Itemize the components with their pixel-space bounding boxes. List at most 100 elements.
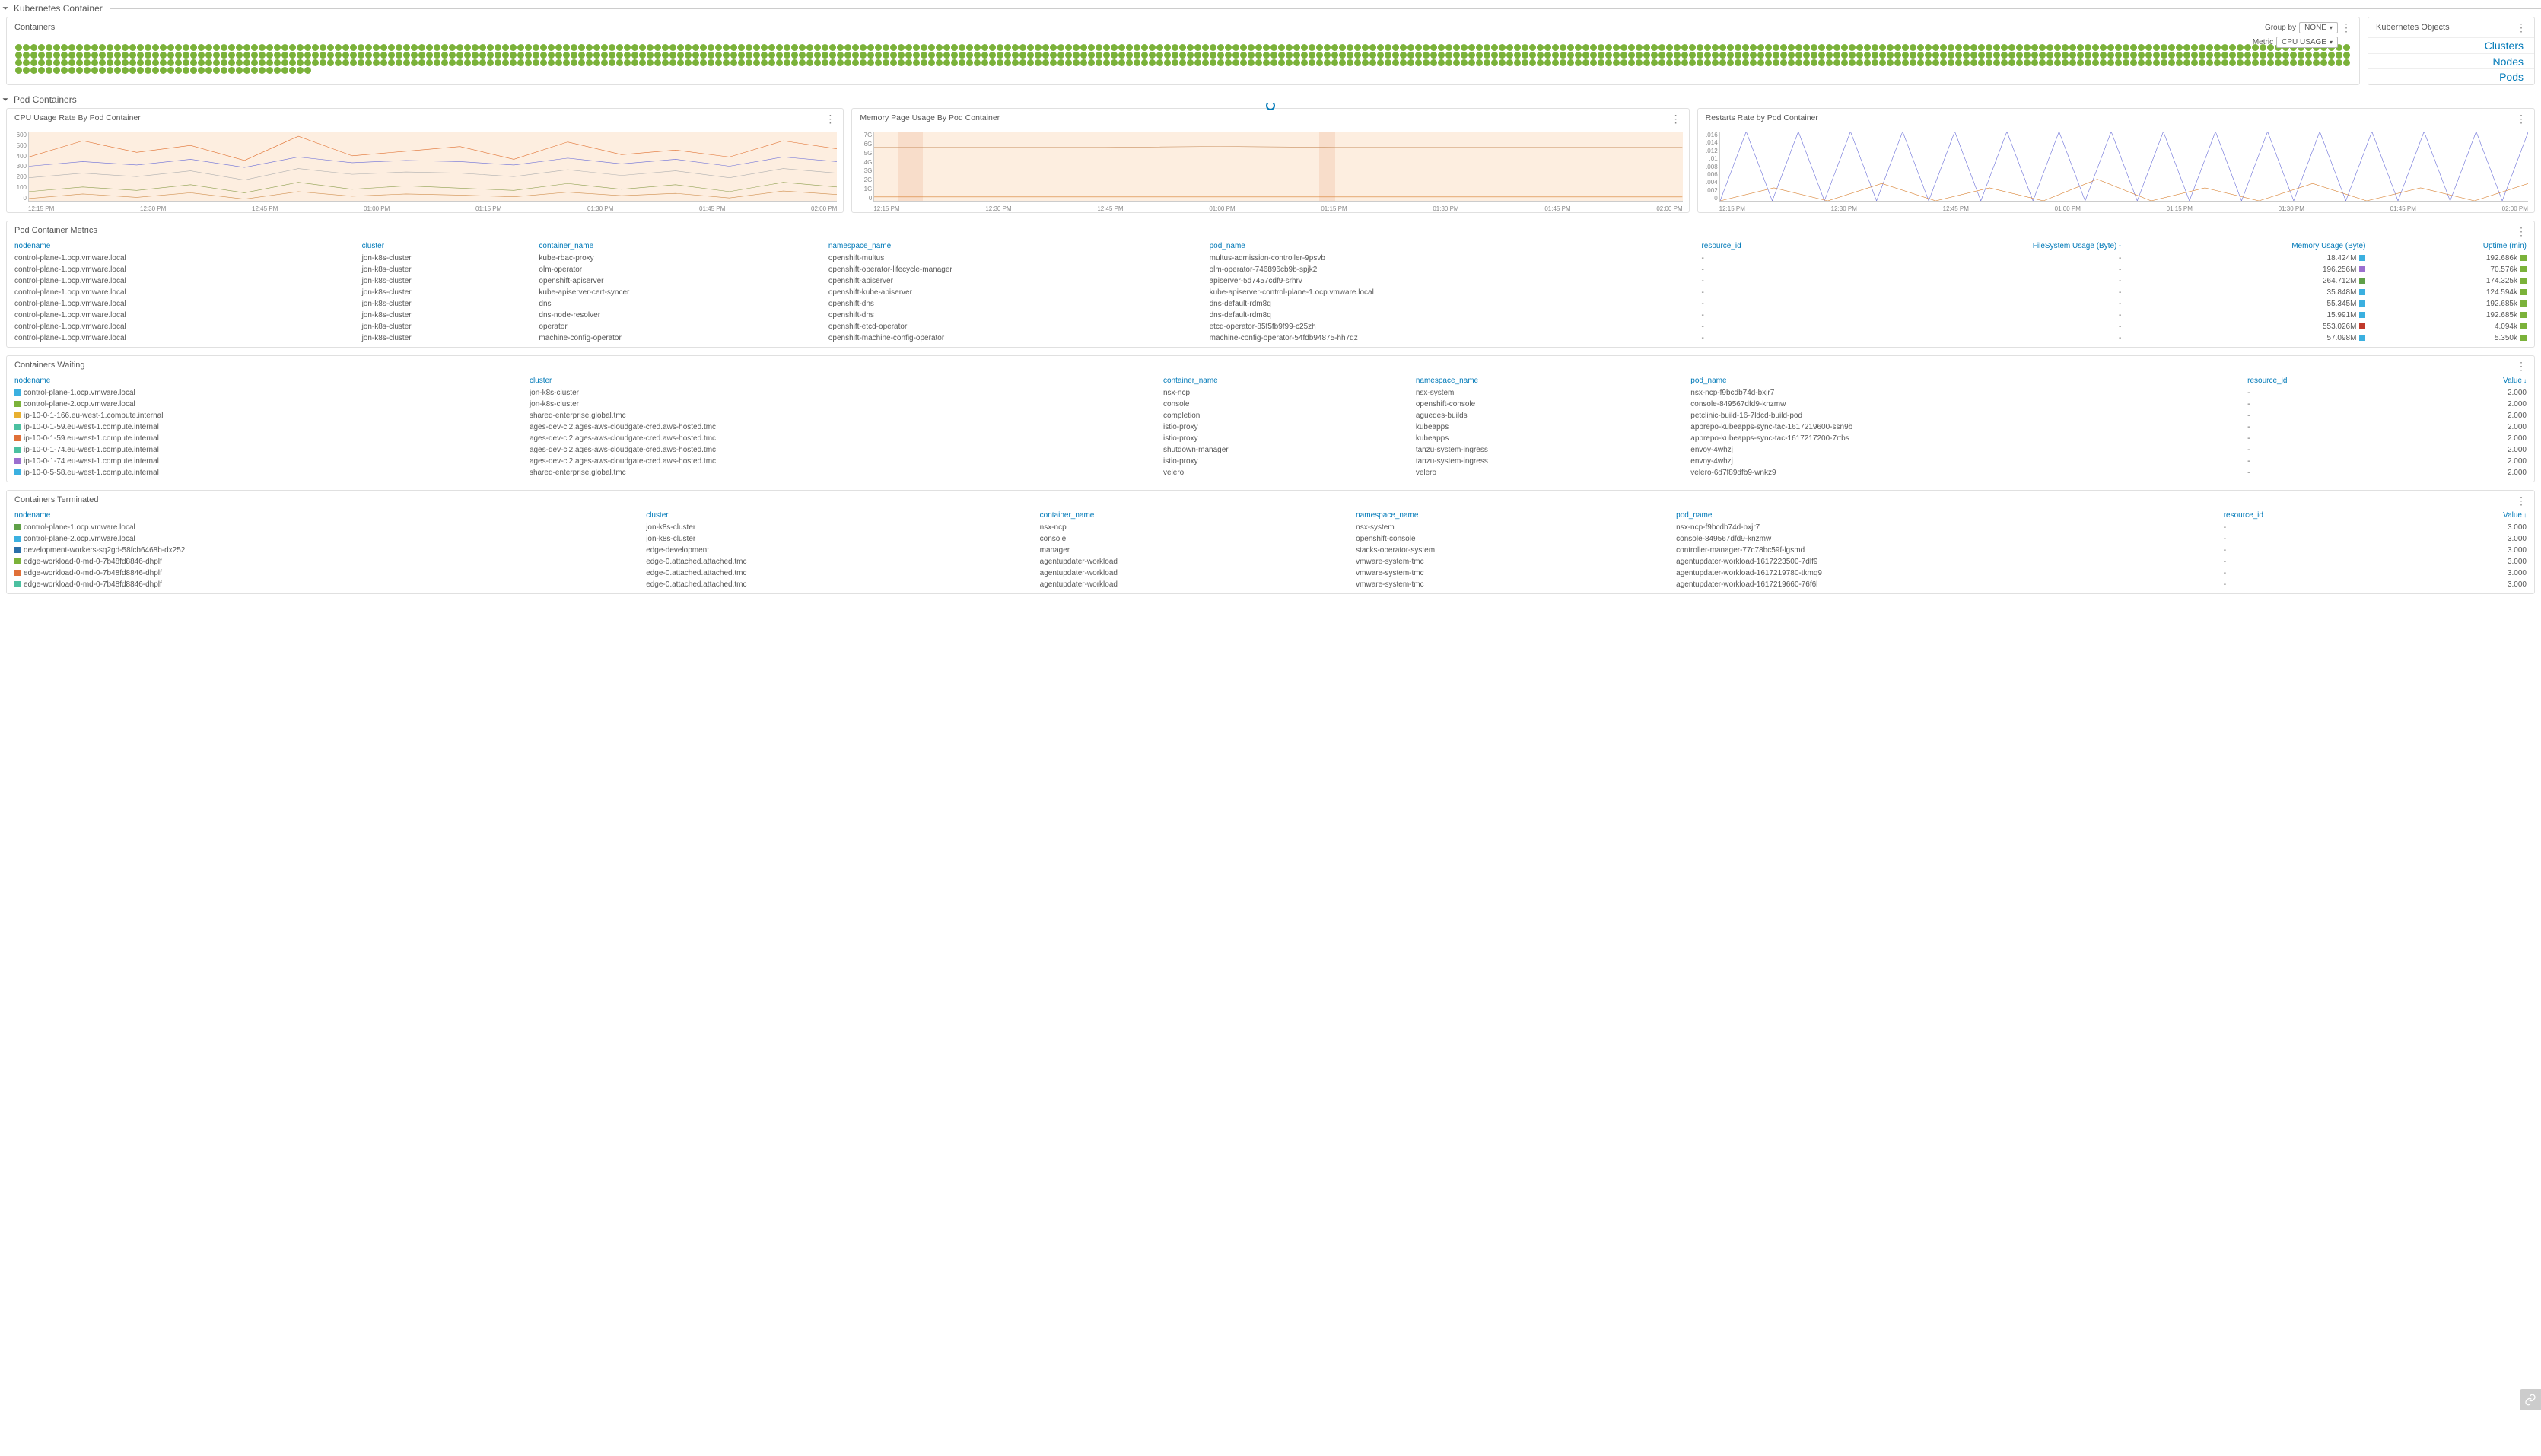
container-dot[interactable] [1065, 59, 1072, 66]
container-dot[interactable] [342, 44, 349, 51]
container-dot[interactable] [2046, 59, 2053, 66]
container-dot[interactable] [2343, 44, 2350, 51]
container-dot[interactable] [236, 67, 243, 74]
container-dot[interactable] [700, 52, 707, 59]
container-dot[interactable] [502, 59, 509, 66]
container-dot[interactable] [647, 52, 654, 59]
container-dot[interactable] [380, 44, 387, 51]
container-dot[interactable] [441, 59, 448, 66]
container-dot[interactable] [456, 44, 463, 51]
container-dot[interactable] [1590, 52, 1597, 59]
container-dot[interactable] [571, 59, 577, 66]
container-dot[interactable] [1225, 52, 1232, 59]
container-dot[interactable] [1339, 59, 1346, 66]
container-dot[interactable] [844, 44, 851, 51]
container-dot[interactable] [1499, 59, 1506, 66]
col-uptime[interactable]: Uptime (min) [2373, 240, 2534, 253]
container-dot[interactable] [1674, 52, 1681, 59]
container-dot[interactable] [1575, 52, 1582, 59]
container-dot[interactable] [1354, 52, 1361, 59]
container-dot[interactable] [1803, 59, 1810, 66]
container-dot[interactable] [1697, 59, 1703, 66]
container-dot[interactable] [53, 44, 60, 51]
container-dot[interactable] [1643, 59, 1650, 66]
container-dot[interactable] [1461, 59, 1468, 66]
container-dot[interactable] [1917, 59, 1924, 66]
container-dot[interactable] [1134, 59, 1140, 66]
container-dot[interactable] [1689, 52, 1696, 59]
container-dot[interactable] [1187, 44, 1194, 51]
table-row[interactable]: ip-10-0-1-74.eu-west-1.compute.internal … [7, 456, 2534, 467]
container-dot[interactable] [274, 44, 281, 51]
container-dot[interactable] [1225, 44, 1232, 51]
container-dot[interactable] [15, 67, 22, 74]
container-dot[interactable] [495, 44, 501, 51]
container-dot[interactable] [23, 67, 30, 74]
container-dot[interactable] [1012, 59, 1019, 66]
container-dot[interactable] [1963, 59, 1970, 66]
container-dot[interactable] [548, 52, 555, 59]
container-dot[interactable] [1636, 59, 1643, 66]
container-dot[interactable] [2138, 52, 2145, 59]
container-dot[interactable] [289, 59, 296, 66]
container-dot[interactable] [2085, 52, 2091, 59]
container-dot[interactable] [1400, 52, 1407, 59]
container-dot[interactable] [441, 44, 448, 51]
container-dot[interactable] [1658, 59, 1665, 66]
container-dot[interactable] [1156, 44, 1163, 51]
container-dot[interactable] [1369, 59, 1376, 66]
container-dot[interactable] [2298, 59, 2304, 66]
container-dot[interactable] [1636, 44, 1643, 51]
container-dot[interactable] [38, 67, 45, 74]
container-dot[interactable] [68, 59, 75, 66]
container-dot[interactable] [2001, 44, 2008, 51]
container-dot[interactable] [91, 44, 98, 51]
container-dot[interactable] [936, 59, 943, 66]
container-dot[interactable] [1757, 44, 1764, 51]
container-dot[interactable] [1529, 52, 1536, 59]
container-dot[interactable] [989, 44, 996, 51]
container-dot[interactable] [175, 52, 182, 59]
container-dot[interactable] [1156, 52, 1163, 59]
container-dot[interactable] [1400, 59, 1407, 66]
container-dot[interactable] [2282, 59, 2289, 66]
container-dot[interactable] [1940, 44, 1947, 51]
container-dot[interactable] [434, 44, 440, 51]
container-dot[interactable] [1103, 44, 1110, 51]
container-dot[interactable] [609, 44, 615, 51]
container-dot[interactable] [2016, 44, 2023, 51]
container-dot[interactable] [243, 59, 250, 66]
container-dot[interactable] [2069, 52, 2076, 59]
container-dot[interactable] [1948, 44, 1954, 51]
container-dot[interactable] [152, 44, 159, 51]
container-dot[interactable] [1042, 52, 1049, 59]
container-dot[interactable] [1529, 44, 1536, 51]
container-dot[interactable] [525, 59, 532, 66]
container-dot[interactable] [2077, 59, 2084, 66]
container-dot[interactable] [1826, 44, 1833, 51]
container-dot[interactable] [183, 52, 189, 59]
container-dot[interactable] [540, 52, 547, 59]
container-dot[interactable] [1704, 59, 1711, 66]
container-dot[interactable] [84, 59, 91, 66]
container-dot[interactable] [1773, 44, 1779, 51]
container-dot[interactable] [183, 67, 189, 74]
container-dot[interactable] [68, 44, 75, 51]
container-dot[interactable] [1445, 52, 1452, 59]
container-dot[interactable] [1385, 59, 1391, 66]
container-dot[interactable] [548, 59, 555, 66]
container-dot[interactable] [593, 59, 600, 66]
container-dot[interactable] [753, 52, 760, 59]
container-dot[interactable] [2328, 52, 2335, 59]
container-dot[interactable] [1620, 59, 1627, 66]
container-dot[interactable] [2115, 52, 2122, 59]
container-dot[interactable] [2183, 44, 2190, 51]
container-dot[interactable] [46, 59, 52, 66]
container-dot[interactable] [616, 44, 623, 51]
container-dot[interactable] [1270, 59, 1277, 66]
container-dot[interactable] [1864, 52, 1871, 59]
container-dot[interactable] [259, 52, 266, 59]
container-dot[interactable] [1818, 52, 1825, 59]
container-dot[interactable] [639, 44, 646, 51]
container-dot[interactable] [350, 59, 357, 66]
